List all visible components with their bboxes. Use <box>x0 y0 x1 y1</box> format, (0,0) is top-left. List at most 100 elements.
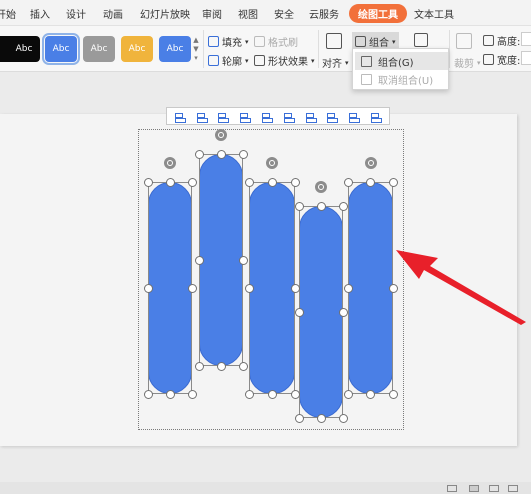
resize-handle[interactable] <box>267 389 277 399</box>
rotate-handle-icon[interactable] <box>215 129 227 141</box>
resize-handle[interactable] <box>165 177 175 187</box>
resize-handle[interactable] <box>238 361 248 371</box>
resize-handle[interactable] <box>290 283 300 293</box>
slideshow-view-icon[interactable] <box>508 485 518 492</box>
resize-handle[interactable] <box>216 361 226 371</box>
selection-pane-icon[interactable] <box>414 33 428 47</box>
menu-text-tools[interactable]: 文本工具 <box>414 6 454 21</box>
resize-handle[interactable] <box>366 177 375 187</box>
resize-handle[interactable] <box>238 149 248 159</box>
gallery-scroll-arrows[interactable]: ▲ ▼ ▾ <box>192 36 200 64</box>
menu-slideshow[interactable]: 幻灯片放映 <box>140 6 190 21</box>
arrow-shape <box>396 250 526 325</box>
resize-handle[interactable] <box>244 177 254 187</box>
align-center-icon[interactable] <box>196 111 208 123</box>
fill-button[interactable]: 填充 ▾ <box>208 34 249 49</box>
shape-style-blue[interactable]: Abc <box>42 33 80 65</box>
rotate-handle-icon[interactable] <box>164 157 176 169</box>
align-bottom-icon[interactable] <box>283 111 295 123</box>
group-align-icon[interactable] <box>370 111 383 123</box>
align-top-icon[interactable] <box>239 111 252 123</box>
align-button[interactable]: 对齐 ▾ <box>322 55 349 71</box>
align-middle-icon[interactable] <box>261 111 274 123</box>
resize-handle[interactable] <box>244 283 254 293</box>
normal-view-icon[interactable] <box>447 485 457 492</box>
reading-view-icon[interactable] <box>489 485 499 492</box>
resize-handle[interactable] <box>165 389 175 399</box>
resize-handle[interactable] <box>388 389 398 399</box>
shape-style-gray[interactable]: Abc <box>83 36 115 62</box>
rotate-handle-icon[interactable] <box>266 157 278 169</box>
resize-handle[interactable] <box>316 201 326 211</box>
resize-handle[interactable] <box>194 255 204 265</box>
ungroup-menu-item: 取消组合(U) <box>355 70 448 88</box>
resize-handle[interactable] <box>294 413 304 423</box>
resize-handle[interactable] <box>187 389 197 399</box>
distribute-vertical-icon[interactable] <box>326 111 339 123</box>
menu-drawing-tools[interactable]: 绘图工具 <box>349 4 407 23</box>
resize-handle[interactable] <box>290 177 300 187</box>
menu-insert[interactable]: 插入 <box>30 6 50 21</box>
resize-handle[interactable] <box>244 389 254 399</box>
menu-security[interactable]: 安全 <box>274 6 294 21</box>
menu-bar: 开始 插入 设计 动画 幻灯片放映 审阅 视图 安全 云服务 绘图工具 文本工具 <box>0 0 531 26</box>
fill-label: 填充 <box>222 38 242 49</box>
align-right-icon[interactable] <box>217 111 230 123</box>
align-icon <box>326 33 342 49</box>
style-label: Abc <box>90 44 108 54</box>
resize-handle[interactable] <box>194 149 204 159</box>
resize-handle[interactable] <box>294 201 304 211</box>
resize-handle[interactable] <box>290 389 300 399</box>
resize-handle[interactable] <box>187 283 197 293</box>
menu-review[interactable]: 审阅 <box>202 6 222 21</box>
resize-handle[interactable] <box>343 389 353 399</box>
menu-view[interactable]: 视图 <box>238 6 258 21</box>
resize-handle[interactable] <box>143 283 153 293</box>
width-icon <box>483 54 494 65</box>
align-left-icon[interactable] <box>174 111 186 123</box>
resize-handle[interactable] <box>338 413 348 423</box>
menu-design[interactable]: 设计 <box>66 6 86 21</box>
align-slide-icon[interactable] <box>348 111 361 123</box>
resize-handle[interactable] <box>267 177 277 187</box>
menu-animation[interactable]: 动画 <box>103 6 123 21</box>
rotate-handle-icon[interactable] <box>315 181 327 193</box>
outline-button[interactable]: 轮廓 ▾ <box>208 53 249 68</box>
resize-handle[interactable] <box>187 177 197 187</box>
shape-style-black[interactable]: Abc <box>8 36 40 62</box>
style-label: Abc <box>52 44 70 54</box>
menu-start[interactable]: 开始 <box>0 6 16 21</box>
resize-handle[interactable] <box>343 283 353 293</box>
shape-style-blue-2[interactable]: Abc <box>159 36 191 62</box>
rotate-handle-icon[interactable] <box>365 157 377 169</box>
group-label: 组合 <box>369 38 389 49</box>
resize-handle[interactable] <box>238 255 248 265</box>
outline-label: 轮廓 <box>222 57 242 68</box>
resize-handle[interactable] <box>194 361 204 371</box>
resize-handle[interactable] <box>388 177 398 187</box>
crop-icon <box>456 33 472 49</box>
distribute-horizontal-icon[interactable] <box>305 111 317 123</box>
divider <box>318 30 319 68</box>
resize-handle[interactable] <box>143 177 153 187</box>
resize-handle[interactable] <box>343 177 353 187</box>
slide-sorter-icon[interactable] <box>469 485 479 492</box>
resize-handle[interactable] <box>143 389 153 399</box>
resize-handle[interactable] <box>338 201 348 211</box>
selection-box <box>299 206 343 418</box>
resize-handle[interactable] <box>366 389 375 399</box>
crop-label: 裁剪 <box>454 59 474 70</box>
style-label: Abc <box>166 44 184 54</box>
shape-effects-icon <box>254 55 265 66</box>
height-input[interactable] <box>521 32 531 46</box>
ungroup-icon <box>361 73 372 85</box>
resize-handle[interactable] <box>338 307 348 317</box>
shape-style-orange[interactable]: Abc <box>121 36 153 62</box>
shape-effects-button[interactable]: 形状效果 ▾ <box>254 53 315 68</box>
menu-cloud[interactable]: 云服务 <box>309 6 339 21</box>
resize-handle[interactable] <box>294 307 304 317</box>
width-input[interactable] <box>521 51 531 65</box>
resize-handle[interactable] <box>216 149 226 159</box>
group-menu-item[interactable]: 组合(G) <box>355 52 448 70</box>
resize-handle[interactable] <box>316 413 326 423</box>
